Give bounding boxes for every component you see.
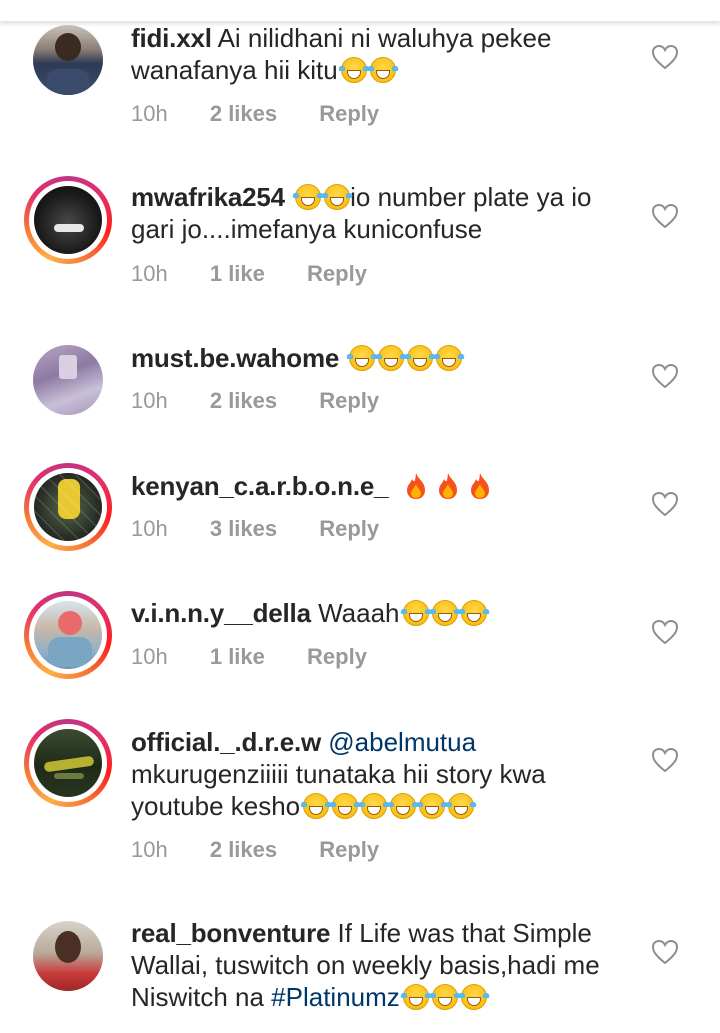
tears-of-joy-emoji-icon [358,793,391,819]
timestamp: 10h [131,516,168,541]
heart-outline-icon[interactable] [651,363,679,389]
comment-text: official._.d.r.e.w @abelmutua mkurugenzi… [131,726,631,822]
top-bar [0,0,720,22]
comment-meta: 10h 1 like Reply [131,261,403,287]
likes-count[interactable]: 1 like [210,261,265,286]
tears-of-joy-emoji-icon [457,600,490,626]
reply-button[interactable]: Reply [319,101,379,126]
comment-text: must.be.wahome [131,342,631,374]
fire-emoji-icon [406,473,425,499]
timestamp: 10h [131,261,168,286]
heart-outline-icon[interactable] [651,619,679,645]
avatar[interactable] [24,176,112,264]
comment-text: mwafrika254 io number plate ya io gari j… [131,181,631,245]
tears-of-joy-emoji-icon [457,984,490,1010]
comment-meta: 10h 2 likes Reply [131,101,415,127]
heart-outline-icon[interactable] [651,491,679,517]
tears-of-joy-emoji-icon [428,984,461,1010]
tears-of-joy-emoji-icon [416,793,449,819]
tears-of-joy-emoji-icon [346,345,379,371]
avatar[interactable] [24,16,112,104]
likes-count[interactable]: 2 likes [210,388,277,413]
avatar[interactable] [24,336,112,424]
avatar[interactable] [24,719,112,807]
username[interactable]: mwafrika254 [131,182,285,212]
timestamp: 10h [131,388,168,413]
avatar[interactable] [24,912,112,1000]
tears-of-joy-emoji-icon [404,345,437,371]
likes-count[interactable]: 2 likes [210,837,277,862]
tears-of-joy-emoji-icon [387,793,420,819]
tears-of-joy-emoji-icon [321,184,354,210]
heart-outline-icon[interactable] [651,44,679,70]
reply-button[interactable]: Reply [307,261,367,286]
comment-text: fidi.xxl Ai nilidhani ni waluhya pekee w… [131,22,631,86]
tears-of-joy-emoji-icon [329,793,362,819]
tears-of-joy-emoji-icon [292,184,325,210]
comment-meta: 10h 3 likes Reply [131,516,415,542]
reply-button[interactable]: Reply [307,644,367,669]
likes-count[interactable]: 3 likes [210,516,277,541]
reply-button[interactable]: Reply [319,388,379,413]
tears-of-joy-emoji-icon [375,345,408,371]
avatar[interactable] [24,591,112,679]
timestamp: 10h [131,837,168,862]
comment-body: Waaah [318,598,400,628]
reply-button[interactable]: Reply [319,837,379,862]
hashtag-link[interactable]: #Platinumz [271,982,400,1012]
reply-button[interactable]: Reply [319,516,379,541]
username[interactable]: fidi.xxl [131,23,212,53]
comment-text: real_bonventure If Life was that Simple … [131,917,631,1013]
likes-count[interactable]: 1 like [210,644,265,669]
comment-meta: 10h 2 likes Reply [131,837,415,863]
mention-link[interactable]: @abelmutua [328,727,476,757]
likes-count[interactable]: 2 likes [210,101,277,126]
username[interactable]: real_bonventure [131,918,330,948]
heart-outline-icon[interactable] [651,939,679,965]
tears-of-joy-emoji-icon [428,600,461,626]
avatar[interactable] [24,463,112,551]
tears-of-joy-emoji-icon [300,793,333,819]
username[interactable]: official._.d.r.e.w [131,727,321,757]
fire-emoji-icon [438,473,457,499]
comment-text: v.i.n.n.y__della Waaah [131,597,631,629]
timestamp: 10h [131,644,168,669]
comment-meta: 10h 2 likes Reply [131,388,415,414]
tears-of-joy-emoji-icon [445,793,478,819]
heart-outline-icon[interactable] [651,203,679,229]
tears-of-joy-emoji-icon [433,345,466,371]
heart-outline-icon[interactable] [651,747,679,773]
tears-of-joy-emoji-icon [366,57,399,83]
comment-text: kenyan_c.a.r.b.o.n.e_ [131,470,631,502]
username[interactable]: kenyan_c.a.r.b.o.n.e_ [131,471,389,501]
username[interactable]: must.be.wahome [131,343,339,373]
tears-of-joy-emoji-icon [399,984,432,1010]
tears-of-joy-emoji-icon [337,57,370,83]
username[interactable]: v.i.n.n.y__della [131,598,311,628]
comment-meta: 10h 1 like Reply [131,644,403,670]
fire-emoji-icon [470,473,489,499]
timestamp: 10h [131,101,168,126]
tears-of-joy-emoji-icon [399,600,432,626]
